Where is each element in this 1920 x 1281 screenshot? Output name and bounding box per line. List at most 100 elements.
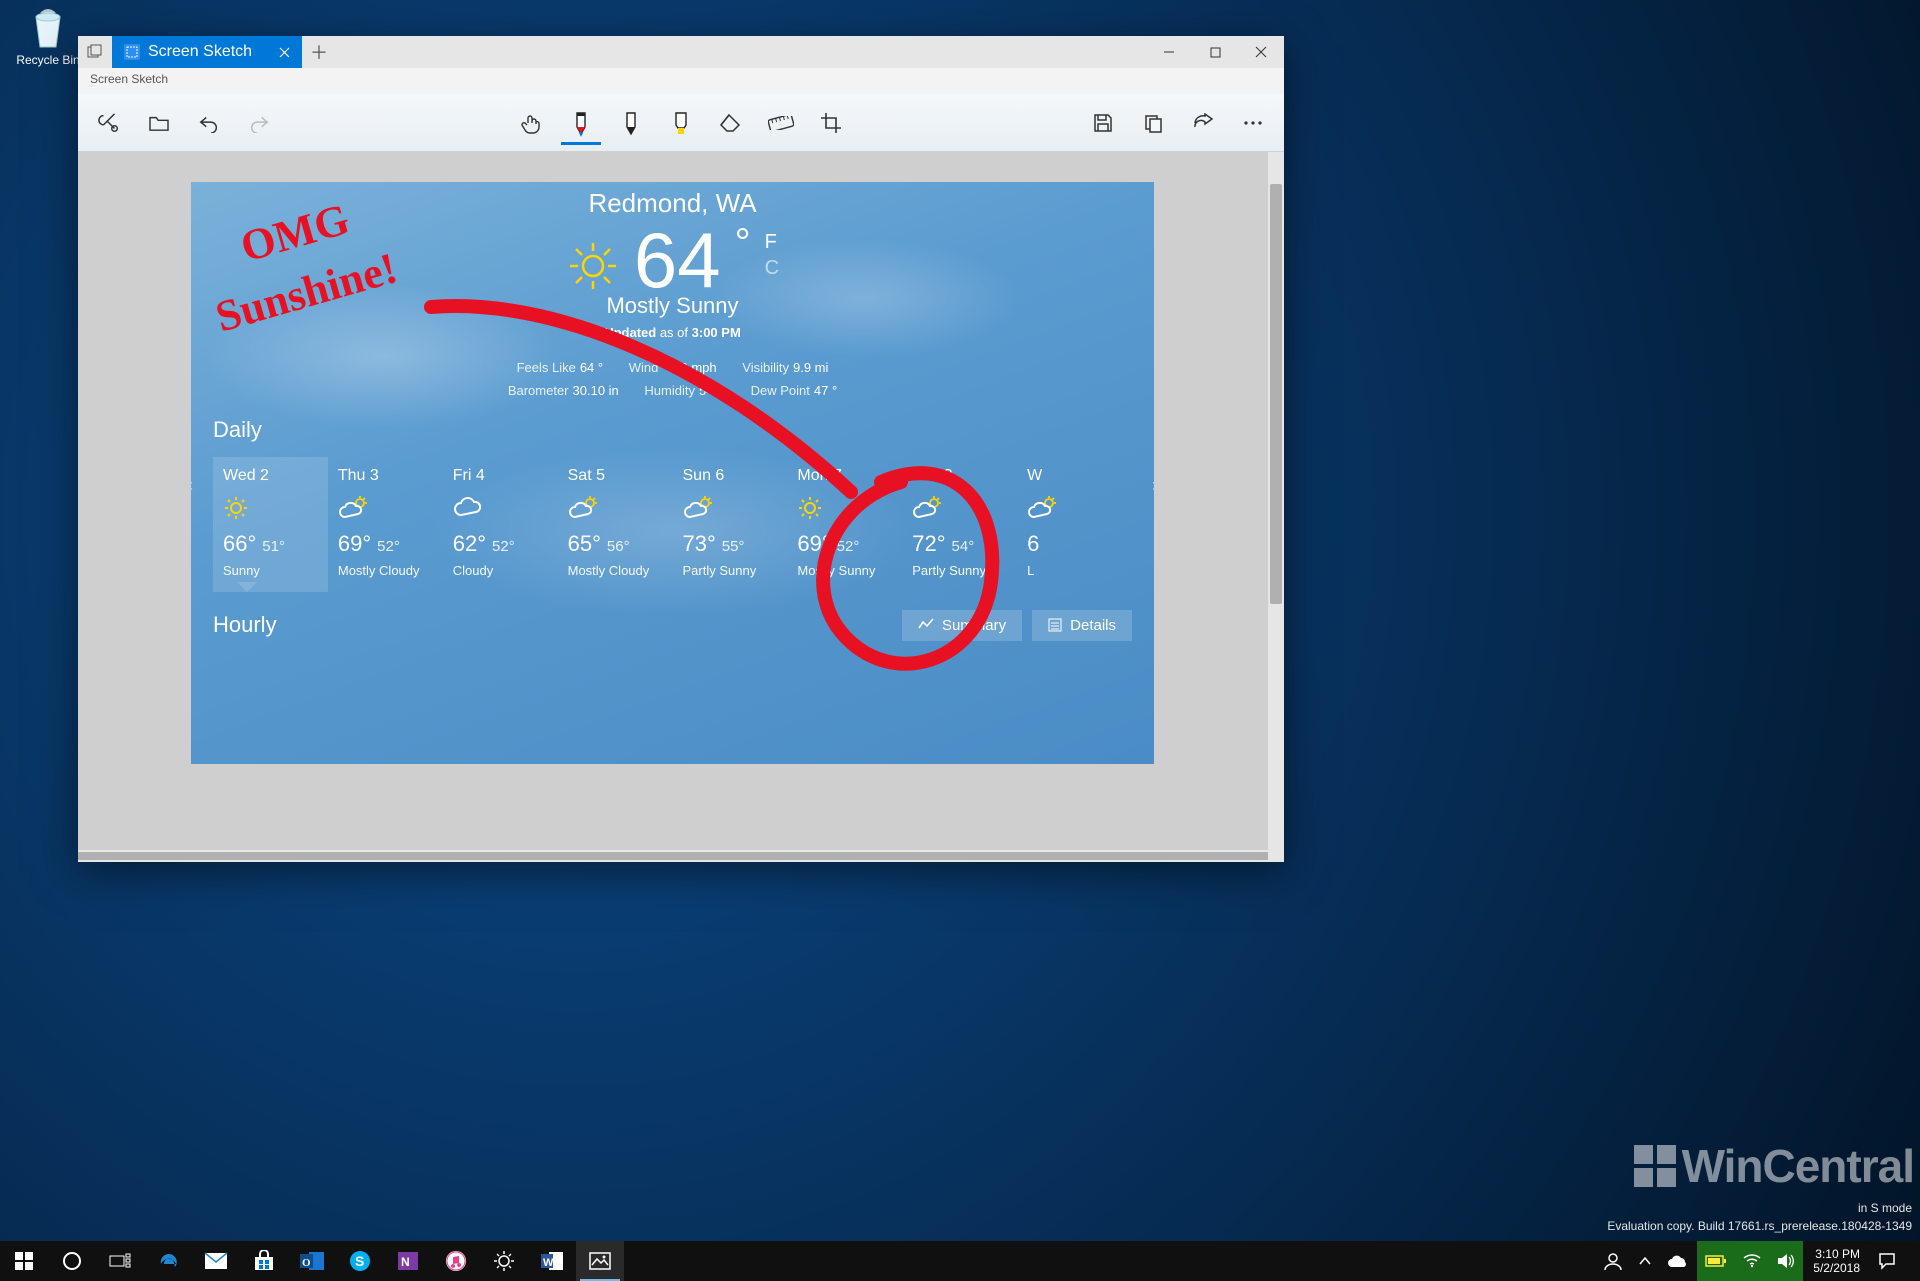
tray-onedrive[interactable] [1659, 1241, 1697, 1281]
day-condition: Mostly Cloudy [338, 563, 437, 578]
taskbar-store[interactable] [240, 1241, 288, 1281]
system-tray: 3:10 PM 5/2/2018 [1595, 1241, 1920, 1281]
cloud-sun-icon [683, 495, 782, 521]
open-button[interactable] [138, 102, 180, 144]
day-low: 56° [607, 538, 630, 555]
taskbar-word[interactable]: W [528, 1241, 576, 1281]
day-condition: Partly Sunny [912, 563, 1011, 578]
window-minimize-button[interactable] [1146, 36, 1192, 68]
daily-title: Daily [213, 417, 1132, 443]
undo-button[interactable] [188, 102, 230, 144]
share-button[interactable] [1182, 102, 1224, 144]
sets-previous-button[interactable] [78, 36, 112, 68]
touch-writing-button[interactable] [510, 102, 552, 144]
day-low: 52° [492, 538, 515, 555]
forecast-day[interactable]: Sun 673°55°Partly Sunny [673, 457, 788, 592]
chevron-down-icon: ▾ [579, 129, 584, 140]
day-high: 6 [1027, 531, 1039, 556]
day-name: Tue 8 [912, 467, 1011, 485]
forecast-day[interactable]: W6L [1017, 457, 1132, 592]
weather-temp: 64 [634, 216, 721, 304]
cortana-button[interactable] [48, 1241, 96, 1281]
day-low: 52° [377, 538, 400, 555]
weather-condition: Mostly Sunny [191, 293, 1154, 319]
forecast-day[interactable]: Tue 872°54°Partly Sunny [902, 457, 1017, 592]
window-close-button[interactable] [1238, 36, 1284, 68]
day-name: Mon 7 [797, 467, 896, 485]
captured-screenshot: Redmond, WA 64 ° F C Mostly Sunny Update… [191, 182, 1154, 764]
daily-next-button[interactable]: › [1152, 475, 1154, 496]
day-high: 62° [453, 531, 486, 556]
day-name: Wed 2 [223, 467, 322, 485]
svg-text:W: W [543, 1257, 554, 1269]
show-desktop-button[interactable] [1904, 1241, 1920, 1281]
task-view-button[interactable] [96, 1241, 144, 1281]
tray-clock[interactable]: 3:10 PM 5/2/2018 [1803, 1247, 1870, 1276]
canvas-area[interactable]: Redmond, WA 64 ° F C Mostly Sunny Update… [78, 152, 1284, 862]
taskbar-mail[interactable] [192, 1241, 240, 1281]
unit-fahrenheit[interactable]: F [765, 229, 779, 255]
screen-sketch-window: Screen Sketch ＋ Screen Sketch ▾ [78, 36, 1284, 862]
taskbar-outlook[interactable]: O [288, 1241, 336, 1281]
degree-symbol: ° [735, 221, 751, 266]
save-button[interactable] [1082, 102, 1124, 144]
tray-wifi[interactable] [1735, 1241, 1769, 1281]
day-name: Fri 4 [453, 467, 552, 485]
taskbar-onenote[interactable]: N [384, 1241, 432, 1281]
taskbar-weather[interactable] [480, 1241, 528, 1281]
window-maximize-button[interactable] [1192, 36, 1238, 68]
tray-overflow[interactable] [1631, 1241, 1659, 1281]
unit-celsius[interactable]: C [765, 255, 779, 281]
titlebar: Screen Sketch ＋ [78, 36, 1284, 68]
highlighter-button[interactable] [660, 102, 702, 144]
desktop-recycle-bin[interactable]: Recycle Bin [12, 3, 84, 67]
new-snip-button[interactable] [88, 102, 130, 144]
tray-people[interactable] [1595, 1241, 1631, 1281]
more-button[interactable] [1232, 102, 1274, 144]
new-tab-button[interactable]: ＋ [302, 36, 336, 68]
recycle-bin-icon [24, 3, 72, 51]
day-high: 69° [338, 531, 371, 556]
eraser-button[interactable] [710, 102, 752, 144]
day-low: 51° [262, 538, 285, 555]
svg-text:O: O [302, 1257, 311, 1269]
day-high: 66° [223, 531, 256, 556]
tray-battery[interactable] [1697, 1241, 1735, 1281]
day-high: 65° [568, 531, 601, 556]
recycle-bin-label: Recycle Bin [12, 53, 84, 67]
taskbar-edge[interactable] [144, 1241, 192, 1281]
day-condition: Partly Sunny [683, 563, 782, 578]
forecast-day[interactable]: Thu 3 69° 52° Mostly Cloudy [328, 457, 443, 592]
ballpoint-pen-button[interactable]: ▾ [560, 102, 602, 144]
tray-volume[interactable] [1769, 1241, 1803, 1281]
cloud-sun-icon [568, 495, 667, 521]
sun-icon [566, 239, 620, 293]
forecast-day[interactable]: Mon 769°52°Mostly Sunny [787, 457, 902, 592]
day-name: Thu 3 [338, 467, 437, 485]
day-name: W [1027, 467, 1126, 485]
vertical-scrollbar[interactable] [1268, 152, 1284, 862]
taskbar-itunes[interactable] [432, 1241, 480, 1281]
forecast-day[interactable]: Wed 2 66° 51° Sunny [213, 457, 328, 592]
copy-button[interactable] [1132, 102, 1174, 144]
svg-text:S: S [355, 1253, 364, 1269]
tray-action-center[interactable] [1870, 1241, 1904, 1281]
redo-button[interactable] [238, 102, 280, 144]
crop-button[interactable] [810, 102, 852, 144]
tab-screen-sketch[interactable]: Screen Sketch [112, 36, 302, 68]
daily-prev-button[interactable]: ‹ [191, 475, 193, 496]
taskbar-skype[interactable]: S [336, 1241, 384, 1281]
start-button[interactable] [0, 1241, 48, 1281]
day-low: 55° [722, 538, 745, 555]
active-tool-indicator [561, 142, 601, 145]
taskbar-screen-sketch[interactable] [576, 1241, 624, 1281]
forecast-day[interactable]: Sat 565°56°Mostly Cloudy [558, 457, 673, 592]
day-condition: Sunny [223, 563, 322, 578]
ruler-button[interactable] [760, 102, 802, 144]
pencil-button[interactable] [610, 102, 652, 144]
horizontal-scrollbar[interactable] [78, 850, 1268, 862]
tab-close-button[interactable] [279, 47, 290, 58]
weather-updated: Updated as of 3:00 PM [191, 325, 1154, 340]
forecast-day[interactable]: Fri 462°52°Cloudy [443, 457, 558, 592]
weather-location: Redmond, WA [191, 188, 1154, 219]
